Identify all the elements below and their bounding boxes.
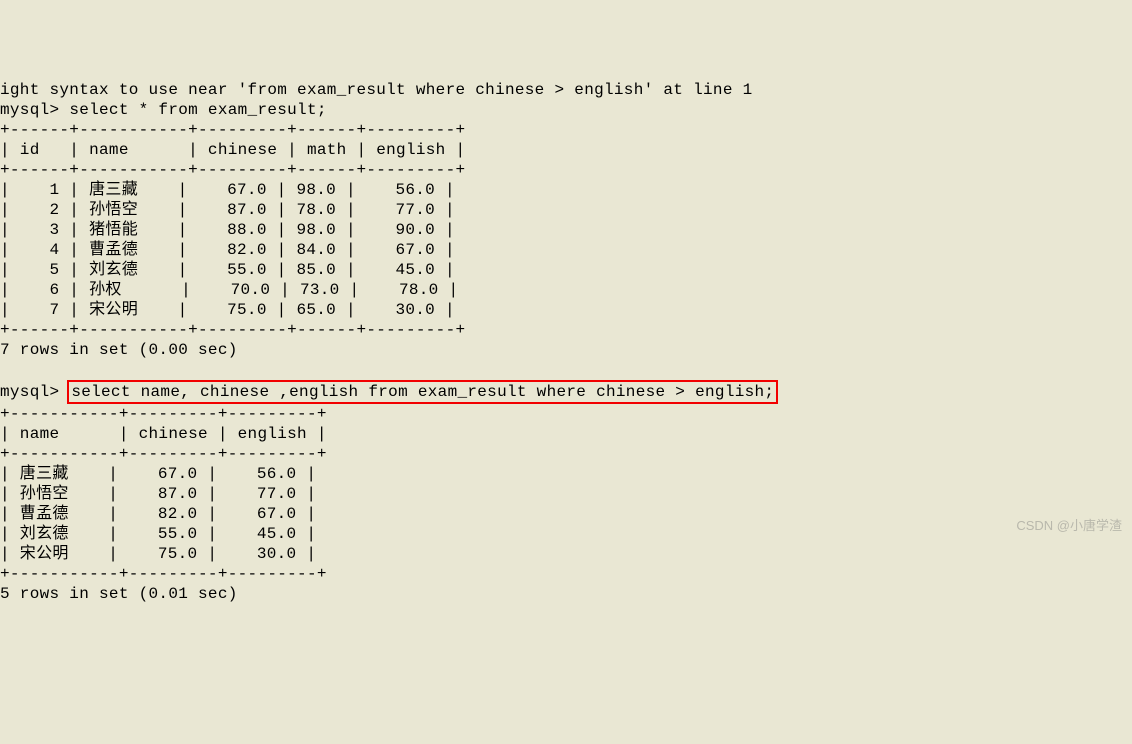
- table-row: | 4 | 曹孟德 | 82.0 | 84.0 | 67.0 |: [0, 241, 455, 259]
- table-row: | 孙悟空 | 87.0 | 77.0 |: [0, 485, 316, 503]
- sql-query-1: select * from exam_result;: [69, 101, 326, 119]
- table-row: | 7 | 宋公明 | 75.0 | 65.0 | 30.0 |: [0, 301, 455, 319]
- table-row: | 唐三藏 | 67.0 | 56.0 |: [0, 465, 316, 483]
- table-border: +-----------+---------+---------+: [0, 565, 327, 583]
- table-row: | 刘玄德 | 55.0 | 45.0 |: [0, 525, 316, 543]
- table-row: | 宋公明 | 75.0 | 30.0 |: [0, 545, 316, 563]
- table-row: | 1 | 唐三藏 | 67.0 | 98.0 | 56.0 |: [0, 181, 455, 199]
- result-summary: 5 rows in set (0.01 sec): [0, 585, 238, 603]
- table-border: +------+-----------+---------+------+---…: [0, 321, 465, 339]
- terminal-output: ight syntax to use near 'from exam_resul…: [0, 80, 1132, 604]
- table-row: | 曹孟德 | 82.0 | 67.0 |: [0, 505, 316, 523]
- csdn-watermark: CSDN @小唐学渣: [1016, 518, 1122, 534]
- mysql-prompt: mysql>: [0, 101, 69, 119]
- table-header: | name | chinese | english |: [0, 425, 327, 443]
- table-row: | 5 | 刘玄德 | 55.0 | 85.0 | 45.0 |: [0, 261, 455, 279]
- table-row: | 3 | 猪悟能 | 88.0 | 98.0 | 90.0 |: [0, 221, 455, 239]
- partial-error-line: ight syntax to use near 'from exam_resul…: [0, 81, 753, 99]
- table-border: +-----------+---------+---------+: [0, 445, 327, 463]
- table-header: | id | name | chinese | math | english |: [0, 141, 465, 159]
- mysql-prompt: mysql>: [0, 383, 69, 401]
- table-row: | 2 | 孙悟空 | 87.0 | 78.0 | 77.0 |: [0, 201, 455, 219]
- table-border: +-----------+---------+---------+: [0, 405, 327, 423]
- sql-query-2: select name, chinese ,english from exam_…: [71, 383, 774, 401]
- table-border: +------+-----------+---------+------+---…: [0, 161, 465, 179]
- table-border: +------+-----------+---------+------+---…: [0, 121, 465, 139]
- table-row: | 6 | 孙权 | 70.0 | 73.0 | 78.0 |: [0, 281, 458, 299]
- result-summary: 7 rows in set (0.00 sec): [0, 341, 238, 359]
- highlighted-query: select name, chinese ,english from exam_…: [67, 380, 778, 404]
